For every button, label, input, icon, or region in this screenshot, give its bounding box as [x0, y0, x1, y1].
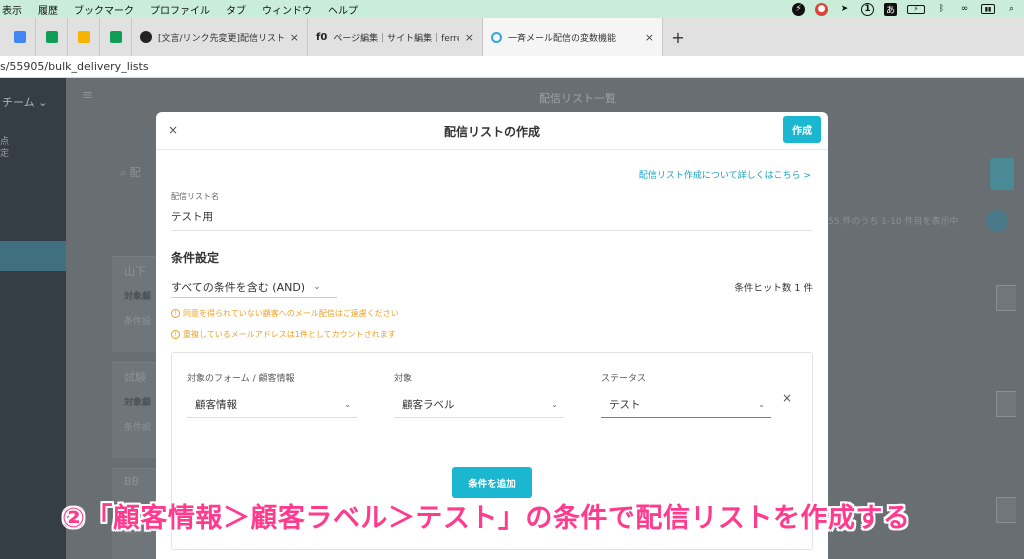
- condition-target-column: 対象 顧客ラベル ⌄: [394, 371, 564, 418]
- new-tab-button[interactable]: +: [663, 28, 693, 47]
- menu-profile[interactable]: プロファイル: [150, 2, 210, 17]
- create-list-modal: × 配信リストの作成 作成 配信リスト作成について詳しくはこちら > 配信リスト…: [156, 112, 828, 559]
- search-input[interactable]: ⌕ 配: [120, 164, 141, 180]
- chevron-down-icon: ⌄: [551, 400, 558, 409]
- duplicate-notice: ! 重複しているメールアドレスは1件としてカウントされます: [171, 329, 396, 340]
- menu-bar: 表示 履歴 ブックマーク プロファイル タブ ウィンドウ ヘルプ ⚡ ● ➤ 1…: [0, 0, 1024, 18]
- address-bar[interactable]: s/55905/bulk_delivery_lists: [0, 56, 1024, 78]
- tab-bar: [文言/リンク先変更]配信リスト作成 × f0 ページ編集｜サイト編集｜ferr…: [0, 18, 1024, 56]
- google-slides-icon: [77, 31, 90, 43]
- pinned-tab[interactable]: [4, 18, 36, 56]
- menu-view[interactable]: 表示: [2, 2, 22, 17]
- new-list-button[interactable]: [990, 158, 1014, 190]
- hit-count: 条件ヒット数 1 件: [734, 283, 813, 294]
- info-icon: !: [171, 309, 180, 318]
- link-icon[interactable]: ∞: [958, 3, 971, 16]
- menu-window[interactable]: ウィンドウ: [262, 2, 312, 17]
- menu-bookmarks[interactable]: ブックマーク: [74, 2, 134, 17]
- pagination-prev-icon[interactable]: [986, 210, 1008, 232]
- battery-charging-icon[interactable]: ⚡: [907, 4, 925, 14]
- menu-items: 表示 履歴 ブックマーク プロファイル タブ ウィンドウ ヘルプ: [0, 2, 374, 17]
- menu-icon[interactable]: ≡: [82, 88, 93, 103]
- card-action-button[interactable]: [996, 285, 1016, 311]
- condition-status-select[interactable]: テスト ⌄: [601, 392, 771, 418]
- pinned-tab[interactable]: [100, 18, 132, 56]
- list-name-input[interactable]: テスト用: [171, 209, 812, 231]
- tab-github[interactable]: [文言/リンク先変更]配信リスト作成 ×: [132, 18, 308, 56]
- menu-tab[interactable]: タブ: [226, 2, 246, 17]
- list-card[interactable]: 山下 対象顧 条件設: [112, 256, 156, 352]
- card-action-button[interactable]: [996, 497, 1016, 523]
- condition-form-select[interactable]: 顧客情報 ⌄: [187, 392, 357, 418]
- modal-header: × 配信リストの作成 作成: [156, 112, 828, 150]
- result-count: 55 件のうち 1-10 件目を表示中: [828, 217, 959, 227]
- menu-extra-icon[interactable]: ▮▮: [981, 4, 995, 14]
- pinned-tab[interactable]: [36, 18, 68, 56]
- page-title: 配信リスト一覧: [539, 92, 616, 105]
- chrome-extension-icon[interactable]: ●: [815, 2, 828, 16]
- pointer-icon[interactable]: ➤: [838, 3, 851, 16]
- google-sheets-icon: [45, 31, 58, 43]
- app-sidebar: チーム ⌄ 点定: [0, 78, 66, 559]
- remove-condition-icon[interactable]: ×: [782, 391, 792, 405]
- condition-logic-select[interactable]: すべての条件を含む (AND) ⌄: [171, 276, 337, 298]
- bolt-icon[interactable]: ⚡: [792, 2, 805, 16]
- tab-title: 一斉メール配信の変数機能: [508, 33, 617, 44]
- pinned-tabs: [0, 18, 132, 56]
- tab-title: [文言/リンク先変更]配信リスト作成: [158, 33, 284, 44]
- input-method-icon[interactable]: あ: [884, 2, 897, 16]
- url-text: s/55905/bulk_delivery_lists: [0, 60, 149, 73]
- sidebar-nav-text: 点定: [0, 137, 10, 159]
- logic-select-value: すべての条件を含む (AND): [171, 280, 306, 294]
- tab-ferret[interactable]: f0 ページ編集｜サイト編集｜ferret O ×: [308, 18, 483, 56]
- google-sheets-icon-2: [109, 31, 122, 43]
- help-link[interactable]: 配信リスト作成について詳しくはこちら >: [639, 168, 811, 181]
- list-name-label: 配信リスト名: [171, 192, 219, 201]
- condition-target-select[interactable]: 顧客ラベル ⌄: [394, 392, 564, 418]
- card-action-button[interactable]: [996, 391, 1016, 417]
- tab-title: ページ編集｜サイト編集｜ferret O: [333, 33, 459, 44]
- add-condition-button[interactable]: 条件を追加: [452, 467, 532, 498]
- one-password-icon[interactable]: 1: [861, 2, 874, 16]
- menu-history[interactable]: 履歴: [38, 2, 58, 17]
- modal-title: 配信リストの作成: [443, 125, 540, 139]
- pinned-tab[interactable]: [68, 18, 100, 56]
- condition-form-column: 対象のフォーム / 顧客情報 顧客情報 ⌄: [187, 371, 357, 418]
- sidebar-active-item[interactable]: [0, 241, 66, 271]
- condition-target-label: 対象: [394, 374, 413, 384]
- condition-status-column: ステータス テスト ⌄: [601, 371, 771, 418]
- chevron-down-icon: ⌄: [344, 400, 351, 409]
- tab-close-icon[interactable]: ×: [465, 31, 474, 44]
- status-icons: ⚡ ● ➤ 1 あ ⚡ ᛒ ∞ ▮▮ ⌕: [792, 0, 1018, 18]
- team-selector[interactable]: チーム ⌄: [2, 94, 47, 110]
- list-card[interactable]: 試験 対象顧 条件設: [112, 362, 156, 458]
- condition-section-title: 条件設定: [171, 251, 220, 265]
- bluetooth-icon[interactable]: ᛒ: [935, 3, 948, 16]
- consent-notice: ! 同意を得られていない顧客へのメール配信はご遠慮ください: [171, 308, 399, 319]
- chevron-down-icon: ⌄: [313, 281, 321, 292]
- ferret-icon: f0: [316, 31, 328, 43]
- info-icon: !: [171, 330, 180, 339]
- google-docs-icon: [13, 31, 26, 43]
- search-icon[interactable]: ⌕: [1005, 3, 1018, 16]
- tab-close-icon[interactable]: ×: [645, 31, 654, 44]
- chevron-down-icon: ⌄: [758, 400, 765, 409]
- tab-help-center[interactable]: 一斉メール配信の変数機能 ×: [483, 18, 663, 56]
- github-icon: [140, 31, 152, 43]
- annotation-caption: ②「顧客情報＞顧客ラベル＞テスト」の条件で配信リストを作成する: [62, 503, 911, 534]
- create-button[interactable]: 作成: [783, 116, 821, 143]
- menu-help[interactable]: ヘルプ: [328, 2, 358, 17]
- tab-close-icon[interactable]: ×: [290, 31, 299, 44]
- help-center-icon: [491, 31, 502, 43]
- condition-status-label: ステータス: [601, 374, 647, 384]
- condition-form-label: 対象のフォーム / 顧客情報: [187, 374, 295, 384]
